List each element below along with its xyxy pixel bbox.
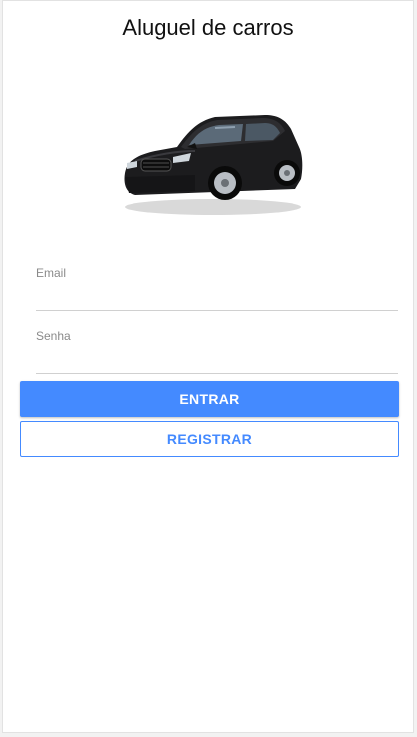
email-input[interactable] <box>36 284 398 311</box>
email-field-group: Email <box>36 266 398 316</box>
login-button[interactable]: ENTRAR <box>20 381 399 417</box>
register-button[interactable]: REGISTRAR <box>20 421 399 457</box>
password-label: Senha <box>36 329 71 343</box>
password-field-group: Senha <box>36 329 398 379</box>
page-title: Aluguel de carros <box>122 15 294 40</box>
email-label: Email <box>36 266 67 280</box>
login-screen: Aluguel de carros Email Senha ENTRAR REG… <box>2 0 414 733</box>
car-image <box>124 115 303 215</box>
password-input[interactable] <box>36 347 398 374</box>
